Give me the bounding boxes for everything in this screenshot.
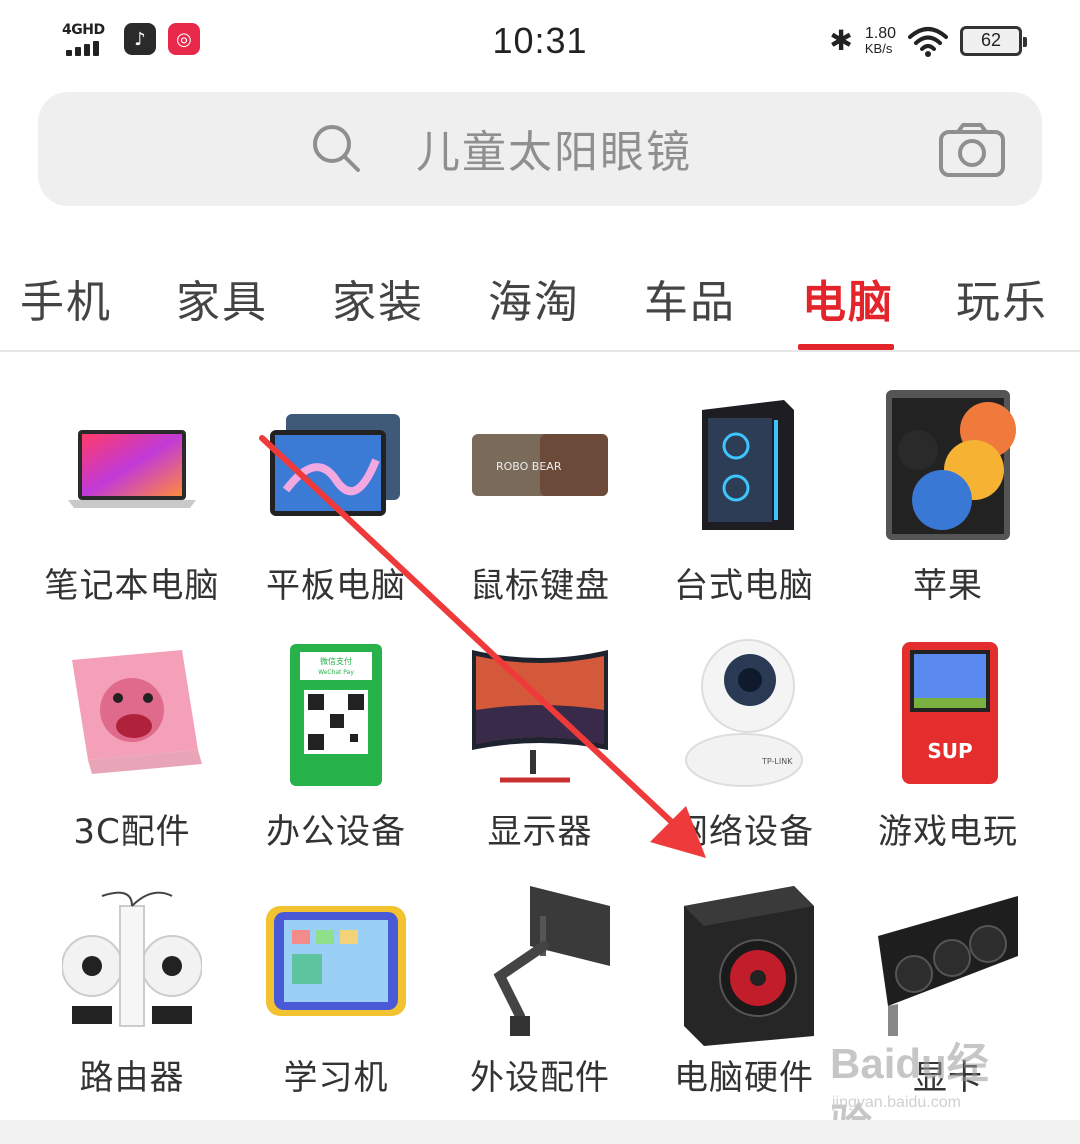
svg-text:ROBO BEAR: ROBO BEAR	[496, 460, 562, 473]
ipad-image	[886, 390, 1016, 540]
tab-home-decor[interactable]: 家装	[332, 266, 424, 330]
baidu-watermark: Baidu经验 jingyan.baidu.com	[830, 1030, 1030, 1144]
wechat-pay-qr-image: 微信支付 WeChat Pay	[290, 644, 382, 786]
battery-indicator: 62	[960, 25, 1027, 56]
tab-car[interactable]: 车品	[644, 266, 736, 330]
graphics-card-image	[878, 896, 1018, 1036]
svg-text:WeChat Pay: WeChat Pay	[318, 669, 354, 676]
search-icon	[313, 125, 360, 172]
category-label: 游戏电玩	[878, 812, 1018, 852]
camera-icon[interactable]	[938, 122, 1006, 178]
tab-phone[interactable]: 手机	[20, 266, 112, 330]
category-label: 苹果	[913, 566, 983, 606]
desktop-pc-image	[702, 400, 794, 530]
tab-computer[interactable]: 电脑	[802, 266, 894, 330]
speed-value: 1.80	[864, 24, 896, 42]
svg-text:SUP: SUP	[927, 739, 972, 763]
laptop-image	[68, 430, 196, 508]
status-bar: 4GHD ♪ ◎ 10:31 ✱ 1.80 KB/s 62	[0, 0, 1080, 84]
category-tabs: 手机 家具 家装 海淘 车品 电脑 玩乐	[0, 262, 1080, 352]
mousepad-image: ROBO BEAR	[472, 434, 608, 496]
wifi-icon	[908, 26, 948, 57]
search-input[interactable]: 儿童太阳眼镜	[416, 116, 692, 180]
tab-entertainment[interactable]: 玩乐	[956, 266, 1048, 330]
router-antenna-image	[62, 891, 202, 1027]
power-supply-image	[684, 886, 814, 1046]
tablet-image	[270, 414, 400, 516]
search-bar[interactable]: 儿童太阳眼镜	[38, 92, 1042, 206]
pink-laptop-image	[72, 650, 202, 774]
svg-text:微信支付: 微信支付	[320, 656, 352, 666]
security-camera-image: TP-LINK	[685, 639, 803, 787]
kids-tablet-image	[266, 906, 406, 1016]
speed-unit: KB/s	[864, 40, 893, 56]
network-speed: 1.80 KB/s	[864, 24, 896, 56]
bluetooth-icon: ✱	[829, 24, 853, 57]
active-tab-indicator	[798, 344, 894, 350]
svg-text:TP-LINK: TP-LINK	[761, 757, 793, 766]
tab-furniture[interactable]: 家具	[176, 266, 268, 330]
watermark-url: jingyan.baidu.com	[832, 1094, 961, 1111]
monitor-arm-image	[493, 886, 610, 1036]
tab-overseas[interactable]: 海淘	[488, 266, 580, 330]
battery-level: 62	[980, 30, 1002, 50]
curved-monitor-image	[472, 650, 608, 783]
handheld-console-image: SUP	[902, 642, 998, 784]
bottom-strip	[0, 1120, 1080, 1144]
status-right: ✱ 1.80 KB/s 62	[829, 24, 1027, 57]
